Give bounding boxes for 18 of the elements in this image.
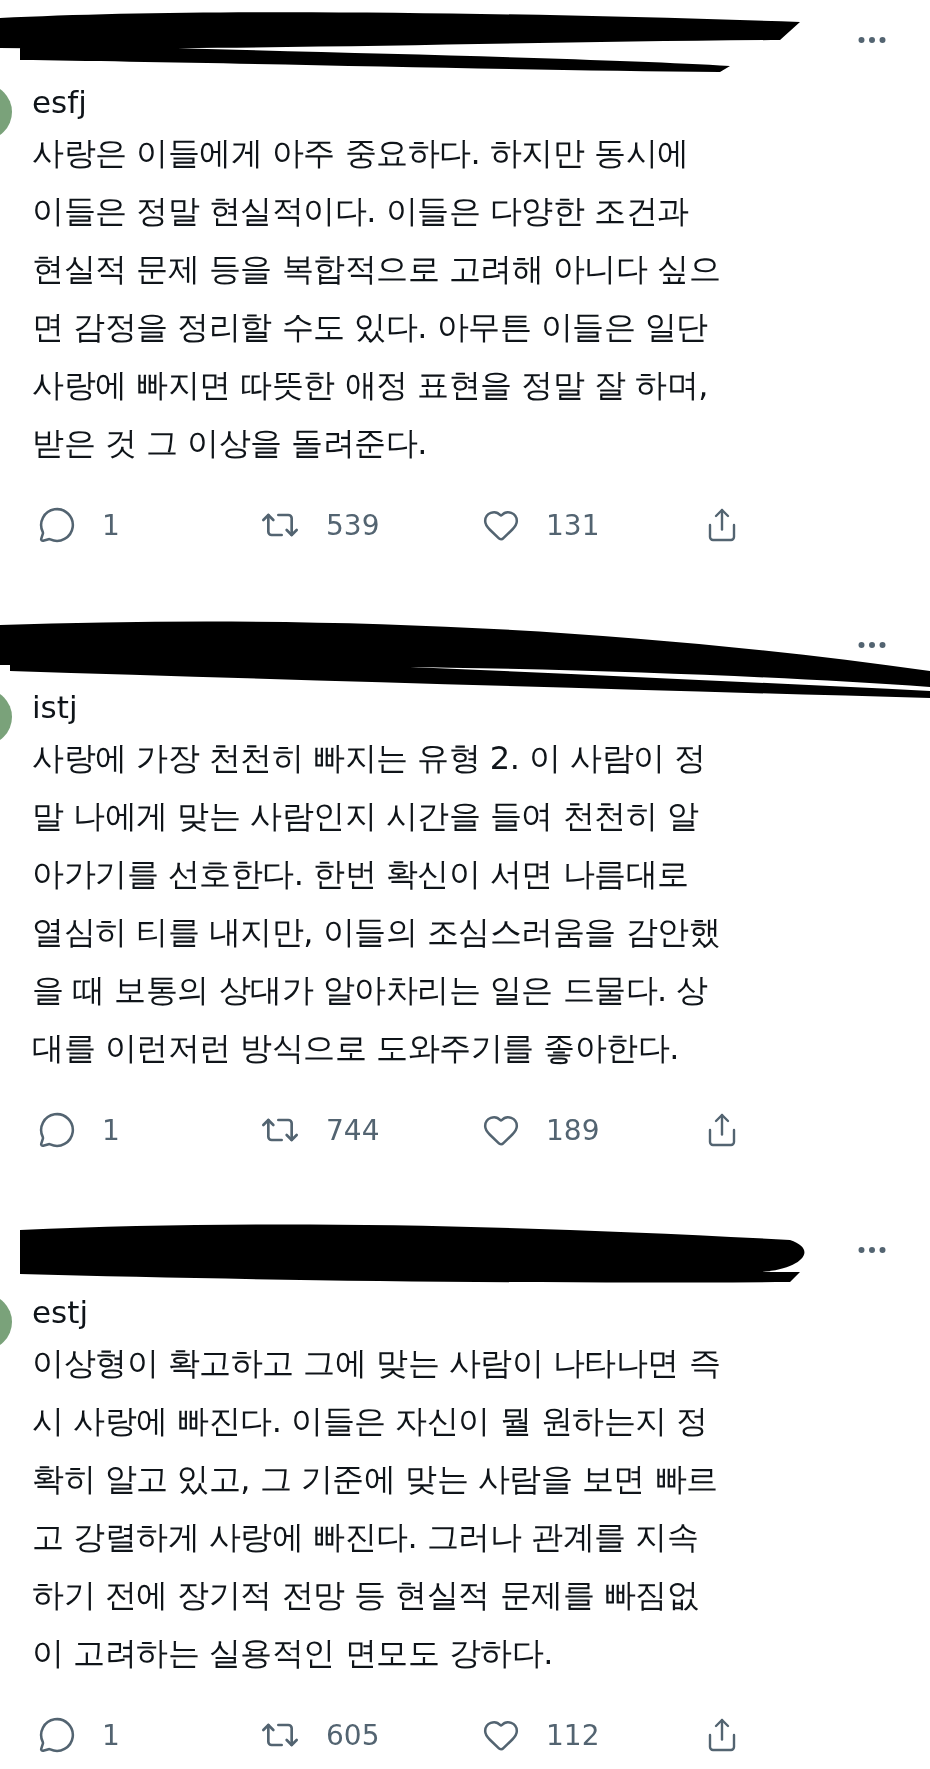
like-count: 112 (546, 1718, 600, 1752)
tweet-text: 사랑은 이들에게 아주 중요하다. 하지만 동시에 이들은 정말 현실적이다. 이들은 다양한 조건과 현실적 문제 등을 복합적으로 고려해 아니다 싶으 면 감정을 정리할 수도 있다. 아무튼 이들은 일단 사랑에 빠지면 따뜻한 애정 표현을 정말 잘 하며, 받은 것 그 이상을 돌려준다. (32, 133, 722, 464)
tweet-text: 이상형이 확고하고 그에 맞는 사람이 나타나면 즉 시 사랑에 빠진다. 이들은 자신이 뭘 원하는지 정 확히 알고 있고, 그 기준에 맞는 사람을 보면 빠르 고 강렬하게 사랑에 빠진다. 그러나 관계를 지속 하기 전에 장기적 전망 등 현실적 문제를 빠짐없 이 고려하는 실용적인 면모도 강하다. (32, 1343, 722, 1674)
username: istj (32, 688, 79, 727)
like-count: 131 (546, 508, 600, 542)
reply-count: 1 (102, 508, 120, 542)
reply-icon[interactable] (38, 506, 76, 544)
like-count: 189 (546, 1113, 600, 1147)
reply-icon[interactable] (38, 1111, 76, 1149)
username: esfj (32, 83, 88, 122)
reply-count: 1 (102, 1113, 120, 1147)
retweet-count: 744 (326, 1113, 380, 1147)
reply-count: 1 (102, 1718, 120, 1752)
retweet-count: 539 (326, 508, 380, 542)
username: estj (32, 1293, 89, 1332)
tweet-text: 사랑에 가장 천천히 빠지는 유형 2. 이 사람이 정 말 나에게 맞는 사람인지 시간을 들여 천천히 알 아가기를 선호한다. 한번 확신이 서면 나름대로 열심히 티를 내지만, 이들의 조심스러움을 감안했 을 때 보통의 상대가 알아차리는 일은 드물다. 상 대를 이런저런 방식으로 도와주기를 좋아한다. (32, 738, 722, 1069)
reply-icon[interactable] (38, 1716, 76, 1754)
retweet-count: 605 (326, 1718, 380, 1752)
